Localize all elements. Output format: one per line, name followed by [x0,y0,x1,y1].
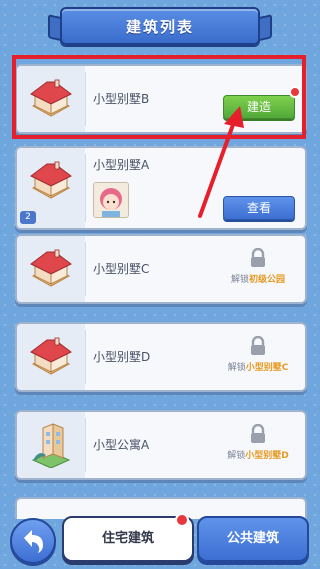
lock-icon [251,248,265,267]
back-arrow-icon [24,530,43,553]
building-name: 小型别墅A [93,158,150,172]
building-name: 小型别墅D [93,350,151,364]
unlock-requirement: 解锁小型别墅D [227,451,289,461]
highlight-box [12,55,306,139]
building-card-apartment-a[interactable]: 小型公寓A 解锁小型别墅D [15,410,307,480]
building-name: 小型公寓A [93,438,150,452]
unlock-requirement: 解锁小型别墅C [227,363,289,373]
tab-public[interactable]: 公共建筑 [197,516,309,562]
card-divider [85,330,86,384]
tab-residential[interactable]: 住宅建筑 [62,516,194,562]
view-button[interactable]: 查看 [223,196,295,220]
villa-icon [30,337,72,375]
bottom-nav: 住宅建筑 公共建筑 [0,510,320,569]
building-card-villa-d[interactable]: 小型别墅D 解锁小型别墅C [15,322,307,392]
building-card-villa-c[interactable]: 小型别墅C 解锁初级公园 [15,234,307,304]
building-card-villa-a[interactable]: 2 小型别墅A 查看 [15,146,307,230]
card-divider [85,418,86,472]
lock-status: 解锁小型别墅C [221,334,295,380]
apartment-icon [31,423,71,468]
back-button[interactable] [10,518,56,564]
resident-avatar [93,182,129,218]
lock-status: 解锁小型别墅D [221,422,295,468]
unlock-requirement: 解锁初级公园 [230,275,286,285]
lock-icon [251,336,265,355]
villa-icon [30,249,72,287]
lock-icon [251,424,265,443]
title-banner: 建筑列表 [48,7,272,45]
count-badge: 2 [20,211,36,224]
lock-status: 解锁初级公园 [221,246,295,292]
card-divider [85,154,86,222]
page-title: 建筑列表 [60,7,260,45]
card-divider [85,242,86,296]
villa-icon [30,161,72,199]
building-name: 小型别墅C [93,262,150,276]
notification-dot [175,513,189,527]
